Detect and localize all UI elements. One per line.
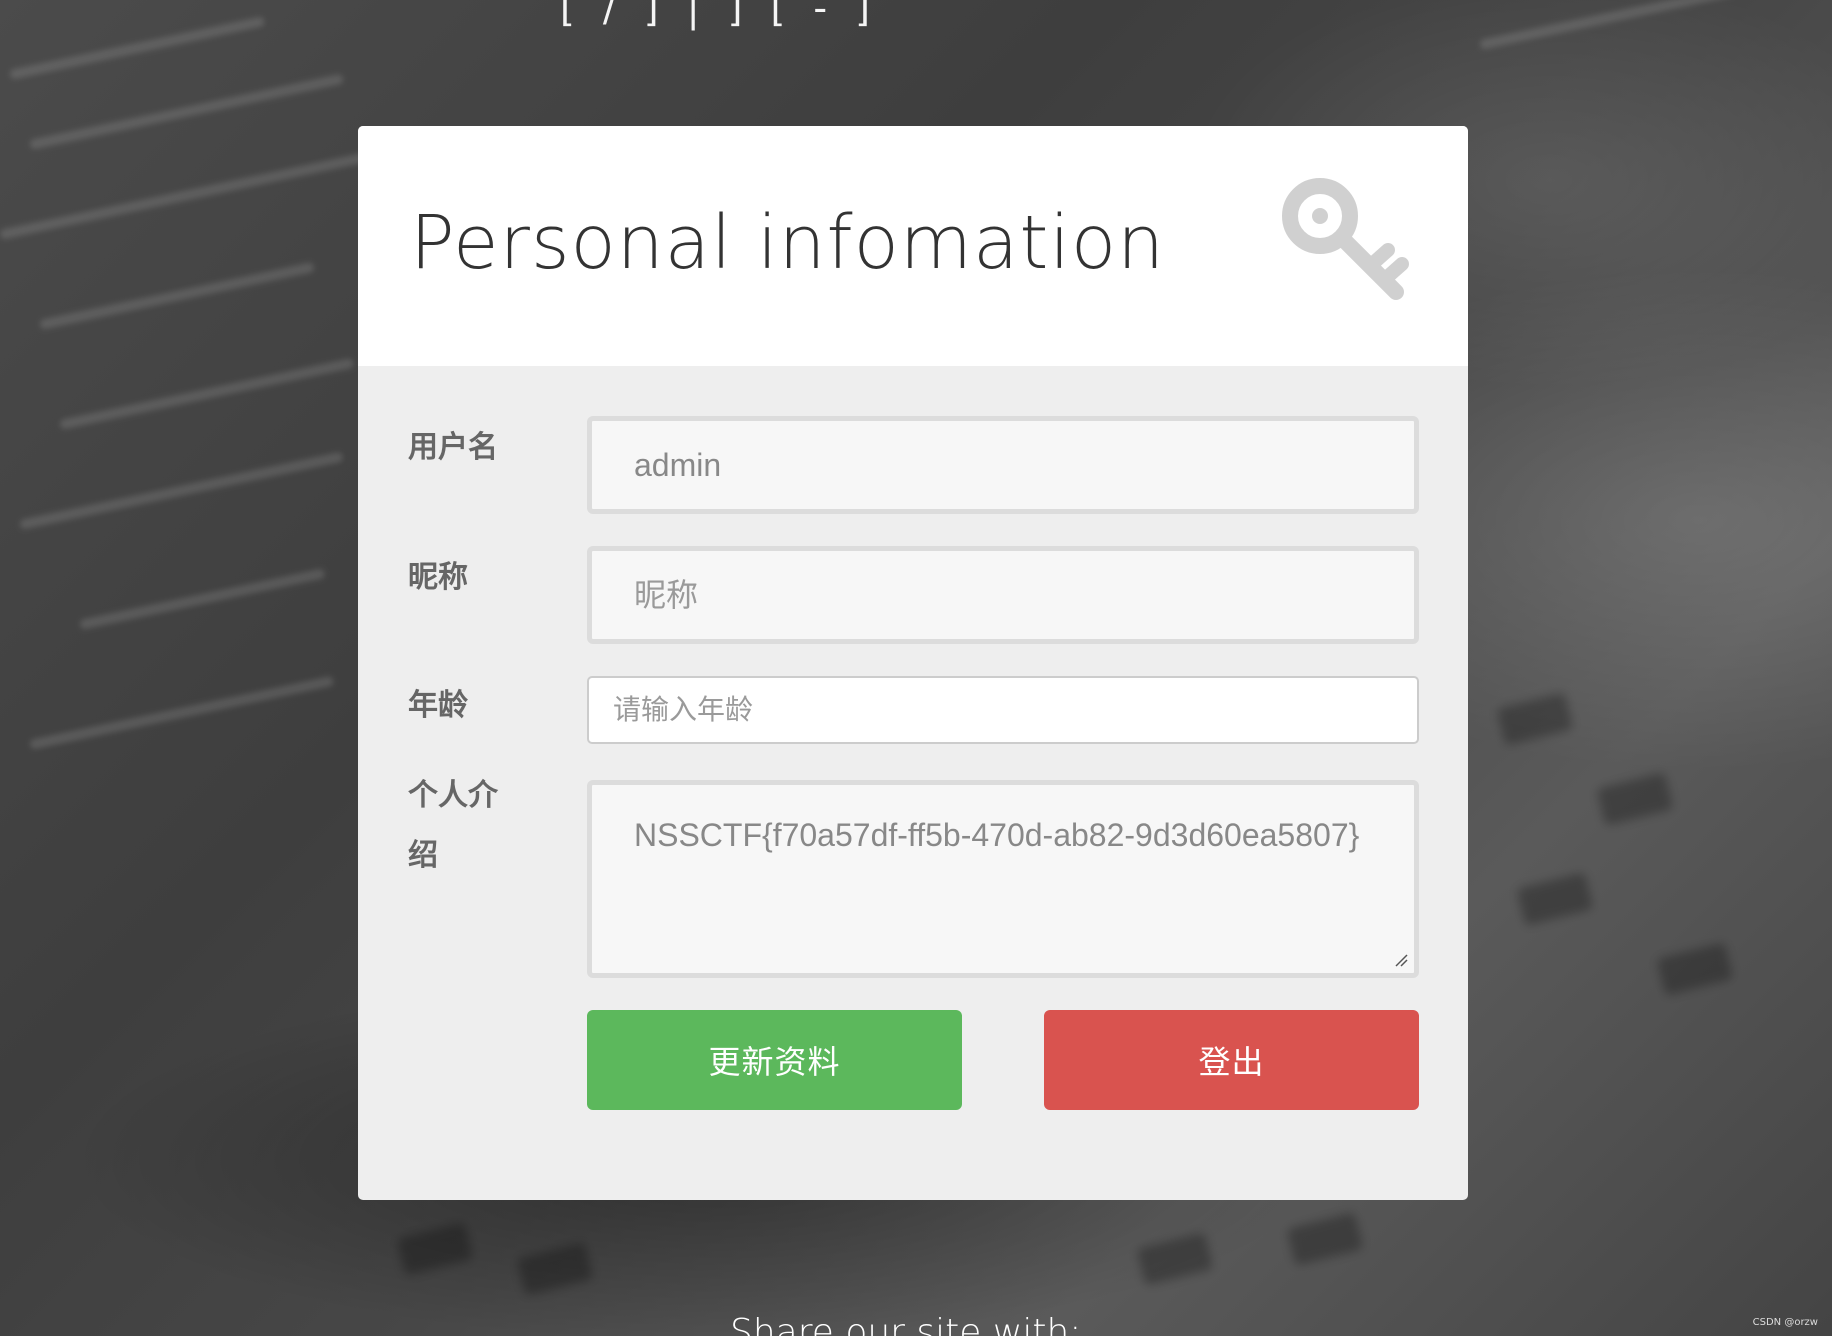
bg-code-line — [1478, 0, 1736, 50]
age-label: 年龄 — [408, 688, 468, 723]
logout-button[interactable]: 登出 — [1044, 1010, 1419, 1110]
resize-handle-icon[interactable] — [1394, 953, 1408, 967]
nickname-input[interactable] — [634, 551, 1414, 639]
card-body: 用户名 昵称 年龄 个人介绍 NSSCTF{f70a57df-ff5b-470d… — [358, 366, 1468, 1200]
card-header: Personal infomation — [358, 126, 1468, 366]
username-field[interactable] — [587, 416, 1419, 514]
bg-code-line — [8, 16, 266, 80]
bg-code-line — [38, 261, 315, 330]
watermark: CSDN @orzw — [1752, 1317, 1818, 1328]
bg-code-line — [28, 675, 335, 750]
bg-keyboard-key — [1136, 1232, 1214, 1286]
bg-code-line — [0, 151, 373, 240]
bg-keyboard-key — [1496, 692, 1574, 746]
bg-keyboard-key — [1656, 942, 1734, 996]
bg-keyboard-key — [1286, 1212, 1364, 1266]
bg-keyboard-key — [1596, 772, 1674, 826]
bg-code-line — [18, 451, 344, 530]
age-input[interactable] — [613, 678, 1417, 742]
bg-code-line — [28, 73, 345, 150]
bio-textarea[interactable]: NSSCTF{f70a57df-ff5b-470d-ab82-9d3d60ea5… — [634, 817, 1414, 973]
bg-keyboard-key — [516, 1242, 594, 1296]
age-field[interactable] — [587, 676, 1419, 744]
site-title-fragment: [ / ] | ] [ - ] — [560, 0, 878, 30]
nickname-field[interactable] — [587, 546, 1419, 644]
nickname-label: 昵称 — [408, 560, 468, 595]
bg-code-line — [58, 357, 355, 430]
bg-keyboard-key — [396, 1222, 474, 1276]
bio-field[interactable]: NSSCTF{f70a57df-ff5b-470d-ab82-9d3d60ea5… — [587, 780, 1419, 978]
page-title: Personal infomation — [410, 200, 1166, 286]
username-input[interactable] — [634, 421, 1414, 509]
username-label: 用户名 — [408, 430, 498, 465]
bio-label: 个人介绍 — [408, 778, 498, 873]
key-icon — [1282, 178, 1409, 300]
bg-keyboard-key — [1516, 872, 1594, 926]
personal-info-card: Personal infomation 用户名 昵称 年龄 个人介绍 NSSCT… — [358, 126, 1468, 1200]
update-profile-button[interactable]: 更新资料 — [587, 1010, 962, 1110]
bg-code-line — [78, 568, 326, 630]
share-text: Share our site with: — [730, 1312, 1082, 1336]
